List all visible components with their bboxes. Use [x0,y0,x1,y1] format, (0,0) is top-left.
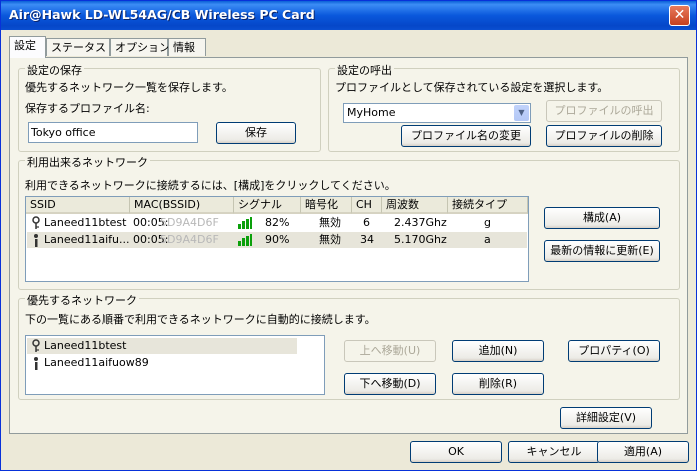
list-item[interactable]: Laneed11aifuow89 [27,355,297,371]
chevron-down-icon[interactable]: ▼ [514,105,529,121]
title-bar[interactable]: Air@Hawk LD-WL54AG/CB Wireless PC Card ✕ [1,1,696,30]
encryption-cell: 無効 [319,233,341,246]
person-icon [34,357,38,370]
column-header-type[interactable]: 接続タイプ [448,197,528,214]
cancel-button[interactable]: キャンセル [508,441,600,463]
mac-hidden-cell: 5D9A4D6F [160,216,219,229]
column-header-frequency[interactable]: 周波数 [382,197,448,214]
available-description: 利用できるネットワークに接続するには、[構成]をクリックしてください。 [25,179,396,192]
key-icon [32,339,40,352]
ok-button[interactable]: OK [410,441,502,463]
frequency-cell: 5.170Ghz [394,233,447,246]
list-item-label: Laneed11aifuow89 [44,356,149,369]
add-button[interactable]: 追加(N) [452,340,544,362]
signal-icon [238,217,252,229]
close-icon[interactable]: ✕ [669,5,690,26]
signal-icon [238,234,252,246]
move-up-button[interactable]: 上へ移動(U) [344,340,436,362]
refresh-button[interactable]: 最新の情報に更新(E) [544,240,660,262]
encryption-cell: 無効 [319,216,341,229]
list-item-label: Laneed11btest [44,339,127,352]
save-button[interactable]: 保存 [216,122,296,144]
ssid-cell: Laneed11btest [44,216,127,229]
load-description: プロファイルとして保存されている設定を選択します。 [335,81,609,94]
remove-button[interactable]: 削除(R) [452,373,544,395]
profile-select[interactable]: MyHome ▼ [343,103,531,123]
save-settings-group: 設定の保存 優先するネットワーク一覧を保存します。 保存するプロファイル名: T… [18,62,321,152]
column-header-encryption[interactable]: 暗号化 [301,197,352,214]
tab-options[interactable]: オプション [110,38,170,56]
apply-button[interactable]: 適用(A) [597,441,689,463]
column-header-signal[interactable]: シグナル [234,197,301,214]
available-group-title: 利用出来るネットワーク [25,154,150,170]
window-title: Air@Hawk LD-WL54AG/CB Wireless PC Card [9,7,315,22]
signal-cell: 90% [265,233,290,246]
save-group-title: 設定の保存 [25,62,84,78]
ssid-cell: Laneed11aifu... [44,233,130,246]
table-row[interactable]: Laneed11aifu... 00:05: 5D9A4D6F 90% 無効 3… [27,232,527,248]
load-settings-group: 設定の呼出 プロファイルとして保存されている設定を選択します。 MyHome ▼… [328,62,680,152]
delete-profile-button[interactable]: プロファイルの削除 [546,125,662,147]
dialog-footer: OK キャンセル 適用(A) [1,437,696,470]
column-header-mac[interactable]: MAC(BSSID) [130,197,234,214]
table-row[interactable]: Laneed11btest 00:05: 5D9A4D6F 82% 無効 6 2… [27,215,527,231]
save-description: 優先するネットワーク一覧を保存します。 [25,81,233,94]
channel-cell: 6 [363,216,370,229]
preferred-networks-group: 優先するネットワーク 下の一覧にある順番で利用できるネットワークに自動的に接続し… [18,292,680,400]
rename-profile-button[interactable]: プロファイル名の変更 [401,125,531,147]
frequency-cell: 2.437Ghz [394,216,447,229]
settings-panel: 設定の保存 優先するネットワーク一覧を保存します。 保存するプロファイル名: T… [9,57,688,434]
preferred-description: 下の一覧にある順番で利用できるネットワークに自動的に接続します。 [25,313,376,326]
move-down-button[interactable]: 下へ移動(D) [344,373,436,395]
type-cell: a [484,233,491,246]
person-icon [34,234,38,247]
channel-cell: 34 [360,233,374,246]
profile-select-value: MyHome [347,106,396,119]
profile-name-label: 保存するプロファイル名: [25,102,150,115]
tab-status[interactable]: ステータス [46,38,110,56]
tab-settings[interactable]: 設定 [9,36,46,58]
properties-button[interactable]: プロパティ(O) [568,340,660,362]
main-window: Air@Hawk LD-WL54AG/CB Wireless PC Card ✕… [0,0,697,471]
key-icon [32,216,40,229]
tab-info[interactable]: 情報 [168,38,206,56]
advanced-settings-button[interactable]: 詳細設定(V) [560,407,652,429]
list-item[interactable]: Laneed11btest [27,338,297,354]
mac-hidden-cell: 5D9A4D6F [160,233,219,246]
preferred-group-title: 優先するネットワーク [25,292,139,308]
signal-cell: 82% [265,216,290,229]
available-networks-list[interactable]: SSID MAC(BSSID) シグナル 暗号化 CH 周波数 接続タイプ La… [25,196,529,282]
type-cell: g [484,216,491,229]
column-header-ssid[interactable]: SSID [26,197,130,214]
available-networks-group: 利用出来るネットワーク 利用できるネットワークに接続するには、[構成]をクリック… [18,154,680,290]
configure-button[interactable]: 構成(A) [544,207,660,229]
profile-name-input[interactable]: Tokyo office [28,122,198,143]
load-profile-button[interactable]: プロファイルの呼出 [546,100,662,122]
preferred-networks-list[interactable]: Laneed11btest Laneed11aifuow89 [25,335,325,395]
column-header-ch[interactable]: CH [352,197,382,214]
load-group-title: 設定の呼出 [335,62,394,78]
